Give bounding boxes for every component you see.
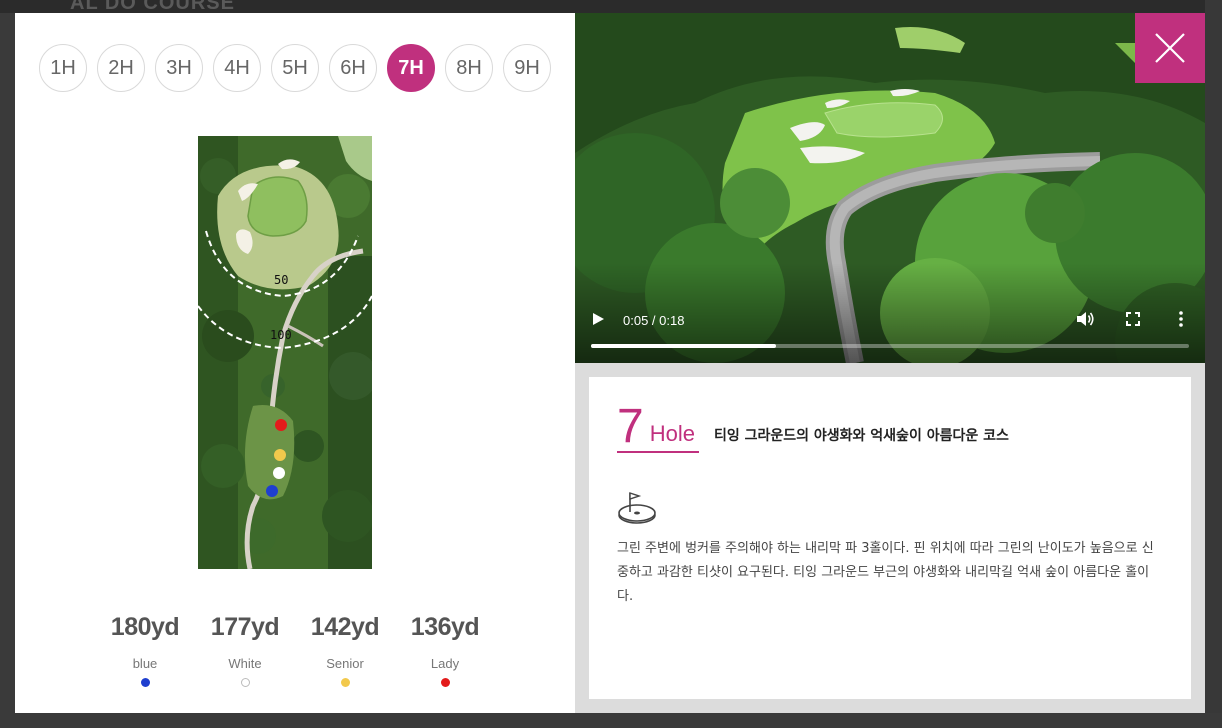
hole-tab-8[interactable]: 8H — [445, 44, 493, 92]
hole-word: Hole — [649, 421, 695, 446]
close-button[interactable] — [1135, 13, 1205, 83]
backdrop-footer — [0, 713, 1222, 728]
tee-color-dot — [140, 678, 150, 687]
video-progress-fill — [591, 344, 777, 348]
tee-yardages: 180yd blue 177yd White 142yd Senior 136yd Lady — [95, 613, 495, 687]
backdrop-header: AL DO COURSE — [0, 0, 1222, 14]
tee-marker-blue — [266, 485, 278, 497]
tee-yardage: 177yd — [210, 613, 280, 641]
hole-description-card: 7 Hole 티잉 그라운드의 야생화와 억새숲이 아름다운 코스 그린 주변에… — [589, 377, 1191, 699]
tee-label: Lady — [430, 656, 460, 671]
backdrop-edge — [1205, 0, 1222, 728]
tee-label: Senior — [326, 656, 364, 671]
hole-info-panel: 0:05 / 0:18 7 Hole 티잉 그라운드의 야생화와 억새숲이 아름… — [575, 13, 1205, 713]
tee-marker-senior — [274, 449, 286, 461]
hole-course-map: 50 100 — [198, 136, 372, 569]
fullscreen-icon[interactable] — [1126, 312, 1140, 326]
video-progress-bar[interactable] — [591, 344, 1189, 348]
hole-detail-modal: 1H 2H 3H 4H 5H 6H 7H 8H 9H 50 100 180yd … — [15, 13, 1205, 713]
hole-tab-7[interactable]: 7H — [387, 44, 435, 92]
hole-tab-1[interactable]: 1H — [39, 44, 87, 92]
hole-title: 티잉 그라운드의 야생화와 억새숲이 아름다운 코스 — [714, 428, 1009, 444]
hole-tabs: 1H 2H 3H 4H 5H 6H 7H 8H 9H — [39, 44, 561, 92]
hole-video-player[interactable]: 0:05 / 0:18 — [575, 13, 1205, 363]
hole-tab-4[interactable]: 4H — [213, 44, 261, 92]
tee-label: blue — [132, 656, 158, 671]
tee-color-dot — [240, 678, 250, 687]
tee-white: 177yd White — [195, 613, 295, 687]
distance-100-label: 100 — [270, 328, 292, 342]
hole-map-panel: 1H 2H 3H 4H 5H 6H 7H 8H 9H 50 100 180yd … — [15, 13, 575, 713]
more-options-icon[interactable] — [1178, 311, 1184, 327]
close-icon — [1155, 33, 1185, 63]
hole-tab-3[interactable]: 3H — [155, 44, 203, 92]
hole-number: 7 — [617, 400, 644, 453]
hole-tab-9[interactable]: 9H — [503, 44, 551, 92]
tee-label: White — [228, 656, 262, 671]
tee-color-dot — [340, 678, 350, 687]
hole-tab-2[interactable]: 2H — [97, 44, 145, 92]
video-time: 0:05 / 0:18 — [623, 313, 685, 328]
tee-color-dot — [440, 678, 450, 687]
hole-heading: 7 Hole — [617, 397, 699, 453]
tee-yardage: 180yd — [110, 613, 180, 641]
tee-yardage: 142yd — [310, 613, 380, 641]
distance-50-label: 50 — [274, 273, 288, 287]
volume-icon[interactable] — [1075, 310, 1095, 328]
tee-marker-lady — [275, 419, 287, 431]
hole-tab-5[interactable]: 5H — [271, 44, 319, 92]
play-icon[interactable] — [593, 313, 604, 325]
golf-flag-icon — [618, 492, 656, 524]
tee-marker-white — [273, 467, 285, 479]
tee-senior: 142yd Senior — [295, 613, 395, 687]
hole-description: 그린 주변에 벙커를 주의해야 하는 내리막 파 3홀이다. 핀 위치에 따라 … — [617, 541, 1154, 604]
tee-blue: 180yd blue — [95, 613, 195, 687]
tee-yardage: 136yd — [410, 613, 480, 641]
tee-lady: 136yd Lady — [395, 613, 495, 687]
hole-tab-6[interactable]: 6H — [329, 44, 377, 92]
